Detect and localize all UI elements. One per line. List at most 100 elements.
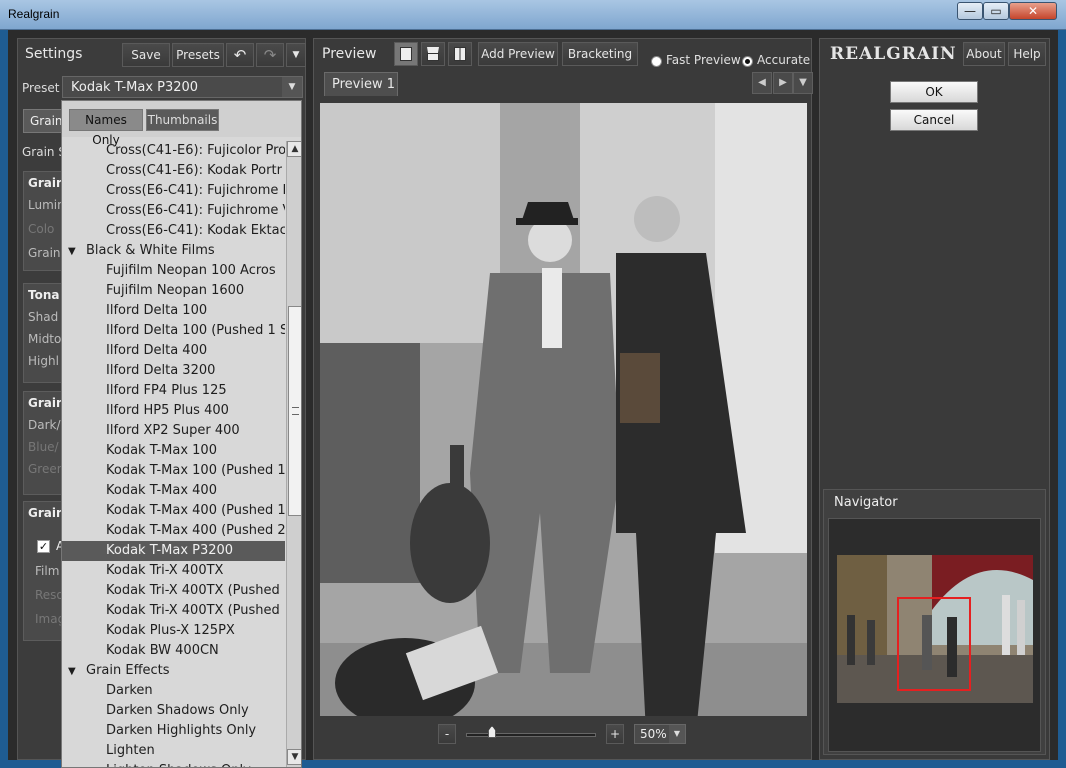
- zoom-slider[interactable]: [466, 733, 596, 737]
- zoom-in-button[interactable]: +: [606, 724, 624, 744]
- list-item-label: Cross(C41-E6): Kodak Portr: [106, 163, 282, 178]
- subpanel-title: Grain: [28, 506, 63, 520]
- list-item[interactable]: Kodak Tri-X 400TX (Pushed: [62, 601, 285, 621]
- list-item-label: Fujifilm Neopan 100 Acros: [106, 263, 276, 278]
- thumbnails-button[interactable]: Thumbnails: [146, 109, 219, 131]
- preset-select[interactable]: Kodak T-Max P3200 ▼: [62, 76, 303, 98]
- right-panel: REALGRAIN 2 About Help OK Cancel Navigat…: [819, 38, 1050, 760]
- list-item[interactable]: Kodak T-Max 400 (Pushed 2: [62, 521, 285, 541]
- list-item[interactable]: Kodak T-Max 400 (Pushed 1: [62, 501, 285, 521]
- redo-icon[interactable]: ↷: [256, 43, 284, 67]
- list-item-label: Kodak T-Max 100: [106, 443, 217, 458]
- accurate-radio[interactable]: [742, 56, 753, 67]
- bracketing-button[interactable]: Bracketing: [562, 42, 638, 66]
- subpanel-grain-filter: Grain Dark/ Blue/ Greer: [23, 391, 63, 495]
- app-client-area: Settings Save Presets ↶ ↷ ▼ Preset Kodak…: [8, 30, 1058, 768]
- list-item-label: Ilford XP2 Super 400: [106, 423, 240, 438]
- single-view-button[interactable]: [394, 42, 418, 66]
- navigator-view-rectangle[interactable]: [897, 597, 971, 691]
- tab-grain[interactable]: Grain: [23, 109, 63, 133]
- collapse-arrow-icon[interactable]: ▼: [68, 662, 86, 681]
- list-item[interactable]: Ilford Delta 100: [62, 301, 285, 321]
- realgrain-logo: REALGRAIN 2: [830, 44, 977, 64]
- settings-title: Settings: [25, 46, 83, 62]
- chevron-down-icon[interactable]: ▼: [669, 725, 685, 743]
- ok-button[interactable]: OK: [890, 81, 978, 103]
- preset-select-value: Kodak T-Max P3200: [71, 80, 199, 95]
- list-category[interactable]: ▼ Black & White Films: [62, 241, 285, 261]
- preview-menu-icon[interactable]: ▼: [793, 72, 813, 94]
- preview-image[interactable]: [320, 103, 807, 716]
- close-button[interactable]: ✕: [1009, 2, 1057, 20]
- preview-photo-graphic: [320, 103, 807, 716]
- next-preview-icon[interactable]: ▶: [773, 72, 793, 94]
- collapse-arrow-icon[interactable]: ▼: [68, 242, 86, 261]
- auto-checkbox[interactable]: ✓: [37, 540, 50, 553]
- tab-preview-1[interactable]: Preview 1: [324, 72, 398, 96]
- list-item[interactable]: Kodak T-Max 100: [62, 441, 285, 461]
- list-item[interactable]: Kodak T-Max P3200: [62, 541, 285, 561]
- add-preview-button[interactable]: Add Preview: [478, 42, 558, 66]
- tab-preview-1-label: Preview 1: [332, 77, 396, 92]
- list-item[interactable]: Ilford XP2 Super 400: [62, 421, 285, 441]
- settings-menu-icon[interactable]: ▼: [286, 43, 306, 67]
- zoom-slider-thumb[interactable]: [488, 726, 496, 738]
- list-item[interactable]: Ilford Delta 3200: [62, 361, 285, 381]
- fast-preview-radio[interactable]: [651, 56, 662, 67]
- list-item[interactable]: Fujifilm Neopan 1600: [62, 281, 285, 301]
- list-item[interactable]: Kodak Plus-X 125PX: [62, 621, 285, 641]
- list-item[interactable]: Lighten: [62, 741, 285, 761]
- zoom-select[interactable]: 50% ▼: [634, 724, 686, 744]
- subpanel-grain-color: Grain Lumin Colo Grain: [23, 171, 63, 271]
- list-item[interactable]: Cross(E6-C41): Fujichrome I: [62, 181, 285, 201]
- minimize-button[interactable]: —: [957, 2, 983, 20]
- maximize-button[interactable]: ▭: [983, 2, 1009, 20]
- list-item[interactable]: Ilford Delta 100 (Pushed 1 S: [62, 321, 285, 341]
- navigator-title: Navigator: [834, 495, 898, 510]
- list-item[interactable]: Ilford FP4 Plus 125: [62, 381, 285, 401]
- list-item[interactable]: Kodak T-Max 400: [62, 481, 285, 501]
- list-item-label: Kodak Tri-X 400TX (Pushed: [106, 603, 280, 618]
- list-item-label: Fujifilm Neopan 1600: [106, 283, 245, 298]
- list-item[interactable]: Kodak Tri-X 400TX (Pushed: [62, 581, 285, 601]
- zoom-out-button[interactable]: -: [438, 724, 456, 744]
- list-category[interactable]: ▼ Grain Effects: [62, 661, 285, 681]
- scroll-up-icon[interactable]: ▲: [287, 141, 301, 157]
- presets-button[interactable]: Presets: [172, 43, 224, 67]
- prev-preview-icon[interactable]: ◀: [752, 72, 772, 94]
- chevron-down-icon[interactable]: ▼: [282, 77, 302, 97]
- about-button[interactable]: About: [963, 42, 1005, 66]
- list-item[interactable]: Ilford Delta 400: [62, 341, 285, 361]
- grain-size-label: Grain S: [22, 145, 66, 159]
- list-item-label: Grain Effects: [86, 663, 170, 678]
- scroll-down-icon[interactable]: ▼: [287, 749, 301, 765]
- list-item[interactable]: Ilford HP5 Plus 400: [62, 401, 285, 421]
- cancel-button[interactable]: Cancel: [890, 109, 978, 131]
- undo-icon[interactable]: ↶: [226, 43, 254, 67]
- list-item[interactable]: Cross(C41-E6): Fujicolor Pro: [62, 141, 285, 161]
- list-item[interactable]: Darken: [62, 681, 285, 701]
- list-item[interactable]: Fujifilm Neopan 100 Acros: [62, 261, 285, 281]
- list-item[interactable]: Cross(C41-E6): Kodak Portr: [62, 161, 285, 181]
- list-item[interactable]: Lighten Shadows Only: [62, 761, 285, 767]
- help-button[interactable]: Help: [1008, 42, 1046, 66]
- list-item[interactable]: Cross(E6-C41): Fujichrome V: [62, 201, 285, 221]
- list-item[interactable]: Kodak T-Max 100 (Pushed 1: [62, 461, 285, 481]
- list-item[interactable]: Darken Shadows Only: [62, 701, 285, 721]
- scrollbar-thumb[interactable]: [288, 306, 301, 516]
- list-item[interactable]: Cross(E6-C41): Kodak Ektac: [62, 221, 285, 241]
- names-only-button[interactable]: Names Only: [69, 109, 143, 147]
- split-vertical-button[interactable]: [448, 42, 472, 66]
- list-item[interactable]: Darken Highlights Only: [62, 721, 285, 741]
- preset-list-scrollbar[interactable]: ▲ ▼: [286, 141, 301, 767]
- list-item[interactable]: Kodak BW 400CN: [62, 641, 285, 661]
- save-button[interactable]: Save: [122, 43, 170, 67]
- list-item[interactable]: Kodak Tri-X 400TX: [62, 561, 285, 581]
- split-horizontal-button[interactable]: [421, 42, 445, 66]
- list-item-label: Kodak T-Max 400 (Pushed 2: [106, 523, 285, 538]
- navigator-thumbnail[interactable]: [837, 555, 1033, 703]
- subpanel-row: Highl: [28, 354, 59, 368]
- split-vertical-icon: [454, 47, 466, 61]
- list-item-label: Kodak T-Max 400 (Pushed 1: [106, 503, 285, 518]
- preset-label: Preset: [22, 81, 60, 95]
